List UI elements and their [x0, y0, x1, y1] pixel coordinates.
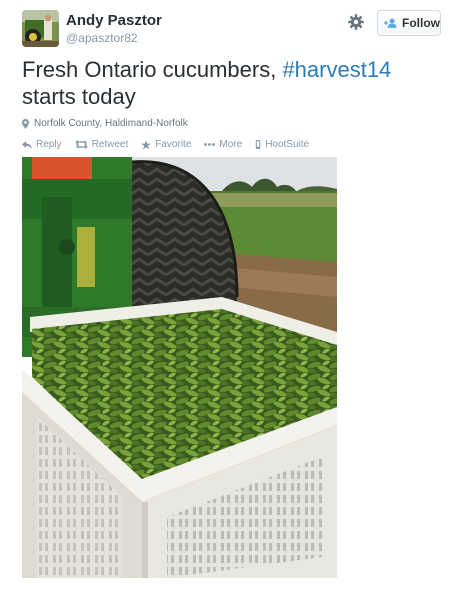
gear-icon[interactable]	[347, 13, 365, 31]
favorite-label: Favorite	[155, 139, 192, 150]
reply-button[interactable]: Reply	[22, 139, 62, 150]
location-label: Norfolk County, Haldimand-Norfolk	[34, 118, 188, 129]
tweet-text-part1: Fresh Ontario cucumbers,	[22, 57, 283, 82]
tweet-actions: Reply Retweet Favorite More HootSuite	[22, 139, 322, 150]
cucumber-harvest-photo[interactable]	[22, 157, 337, 578]
more-label: More	[219, 139, 243, 150]
hootsuite-client-link[interactable]: HootSuite	[255, 139, 309, 150]
favorite-button[interactable]: Favorite	[141, 139, 191, 150]
avatar-image	[22, 10, 59, 47]
user-handle[interactable]: @apasztor82	[66, 31, 138, 45]
more-button[interactable]: More	[204, 139, 242, 150]
reply-icon	[22, 140, 32, 149]
location-pin-icon	[22, 118, 29, 129]
follow-button[interactable]: Follow	[377, 10, 441, 36]
retweet-button[interactable]: Retweet	[74, 139, 129, 150]
client-app-icon	[255, 140, 261, 149]
tweet-text-part2: starts today	[22, 84, 136, 109]
tweet-text: Fresh Ontario cucumbers, #harvest14 start…	[22, 56, 442, 110]
hootsuite-label: HootSuite	[265, 139, 310, 150]
follow-button-label: Follow	[402, 16, 440, 30]
photo-image	[22, 157, 337, 578]
retweet-icon	[74, 140, 88, 149]
star-icon	[141, 139, 152, 149]
add-user-icon	[384, 18, 397, 28]
tweet-location[interactable]: Norfolk County, Haldimand-Norfolk	[22, 118, 188, 129]
display-name[interactable]: Andy Pasztor	[66, 12, 162, 29]
avatar[interactable]	[22, 10, 59, 47]
hashtag-link[interactable]: #harvest14	[282, 57, 391, 82]
more-dots-icon	[204, 143, 216, 146]
reply-label: Reply	[36, 139, 62, 150]
retweet-label: Retweet	[91, 139, 129, 150]
